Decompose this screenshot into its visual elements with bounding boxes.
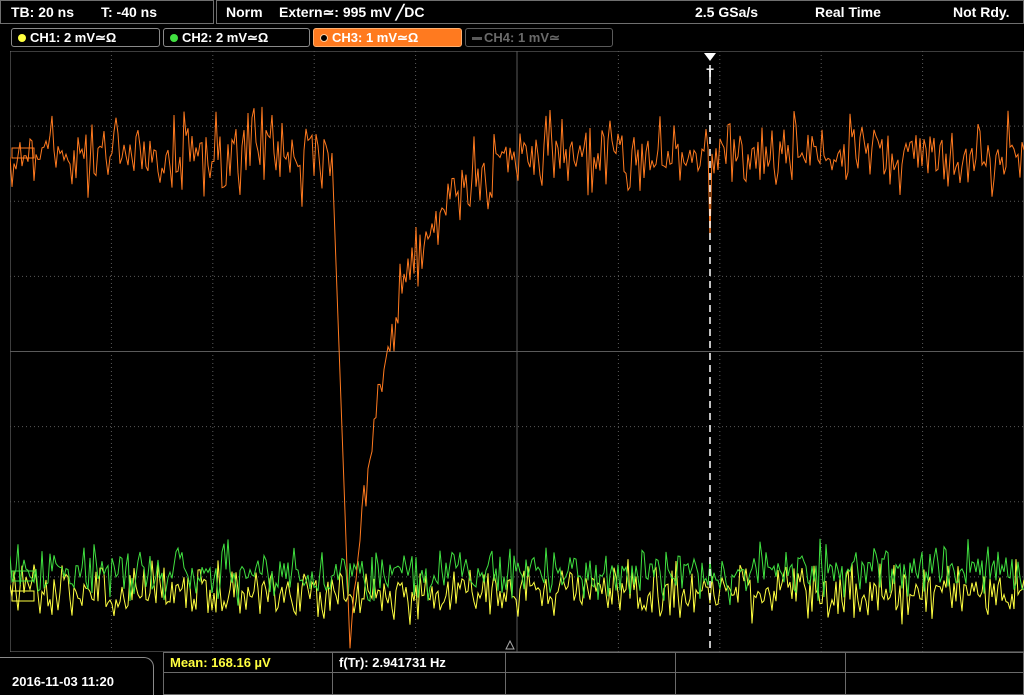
- sample-rate: 2.5 GSa/s: [695, 4, 759, 20]
- ch3-label: CH3: 1 mV≃Ω: [332, 30, 419, 45]
- measurement-table[interactable]: Mean: 168.16 µV f(Tr): 2.941731 Hz: [163, 652, 1024, 695]
- ch2-button[interactable]: CH2: 2 mV≃Ω: [163, 28, 310, 47]
- trigger-marker: T: [706, 66, 714, 80]
- ch2-indicator-icon: [170, 34, 178, 42]
- measurement-slot-5[interactable]: [845, 652, 1024, 673]
- status-readout: Not Rdy.: [953, 4, 1010, 20]
- ch3-button[interactable]: CH3: 1 mV≃Ω: [313, 28, 462, 47]
- ch1-button[interactable]: CH1: 2 mV≃Ω: [11, 28, 160, 47]
- trigger-time-readout: T: -40 ns: [101, 4, 158, 20]
- measurement-slot-6[interactable]: [163, 672, 333, 695]
- datetime-readout: 2016-11-03 11:20: [12, 674, 114, 689]
- measurement-slot-8[interactable]: [505, 672, 676, 695]
- ch4-button[interactable]: CH4: 1 mV≃: [465, 28, 613, 47]
- trigger-panel[interactable]: Norm Extern≃: 995 mV ╱DC 2.5 GSa/s Real …: [216, 0, 1024, 24]
- ch4-indicator-icon: [472, 37, 482, 40]
- trigger-source: Extern≃: 995 mV ╱DC: [279, 4, 425, 20]
- ch2-label: CH2: 2 mV≃Ω: [182, 30, 269, 45]
- acquisition-mode: Real Time: [815, 4, 881, 20]
- waveform-display[interactable]: T: [10, 51, 1024, 652]
- mean-cell[interactable]: Mean: 168.16 µV: [163, 652, 333, 673]
- mean-readout: Mean: 168.16 µV: [170, 655, 271, 670]
- frequency-cell[interactable]: f(Tr): 2.941731 Hz: [332, 652, 506, 673]
- ch3-indicator-icon: [320, 34, 328, 42]
- ch4-label: CH4: 1 mV≃: [484, 30, 560, 45]
- measurement-slot-4[interactable]: [675, 652, 846, 673]
- timebase-readout: TB: 20 ns: [11, 4, 75, 20]
- trigger-mode: Norm: [226, 4, 263, 20]
- timebase-panel[interactable]: TB: 20 ns T: -40 ns: [0, 0, 214, 24]
- ch1-label: CH1: 2 mV≃Ω: [30, 30, 117, 45]
- measurement-slot-7[interactable]: [332, 672, 506, 695]
- frequency-readout: f(Tr): 2.941731 Hz: [339, 655, 446, 670]
- measurement-slot-10[interactable]: [845, 672, 1024, 695]
- datetime-panel: 2016-11-03 11:20: [0, 657, 154, 695]
- measurement-slot-3[interactable]: [505, 652, 676, 673]
- ch1-indicator-icon: [18, 34, 26, 42]
- measurement-slot-9[interactable]: [675, 672, 846, 695]
